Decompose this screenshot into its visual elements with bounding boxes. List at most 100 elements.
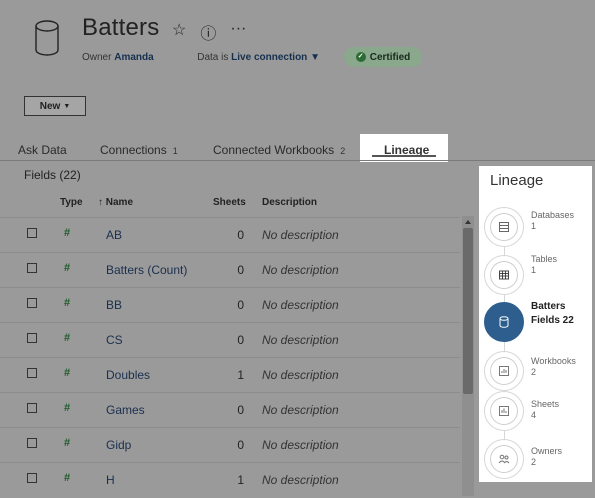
lineage-label: Tables 1 [531, 254, 557, 276]
field-name-link[interactable]: Games [106, 403, 145, 417]
lineage-label: Databases 1 [531, 210, 574, 232]
field-description: No description [262, 298, 339, 312]
number-type-icon: # [64, 297, 71, 309]
star-icon[interactable]: ☆ [172, 20, 186, 44]
info-icon[interactable]: ⓘ [200, 20, 216, 44]
certified-label: Certified [369, 51, 411, 63]
tab-lineage[interactable]: Lineage [360, 134, 448, 162]
lineage-label: Workbooks 2 [531, 356, 576, 378]
row-checkbox[interactable] [27, 368, 37, 378]
number-type-icon: # [64, 402, 71, 414]
number-type-icon: # [64, 437, 71, 449]
field-name-link[interactable]: Gidp [106, 438, 131, 452]
number-type-icon: # [64, 332, 71, 344]
field-name-link[interactable]: H [106, 473, 115, 487]
field-name-link[interactable]: Batters (Count) [106, 263, 187, 277]
field-description: No description [262, 228, 339, 242]
table-row: # Gidp 0 No description [0, 427, 460, 463]
lineage-label-count: 2 [531, 367, 537, 377]
field-name-link[interactable]: CS [106, 333, 123, 347]
owner-link[interactable]: Amanda [114, 52, 153, 63]
new-button[interactable]: New ▼ [24, 96, 86, 116]
scroll-up-arrow-icon[interactable] [465, 220, 471, 224]
sheet-icon [499, 406, 509, 416]
tab-label: Connected Workbooks [213, 143, 335, 157]
active-tab-indicator [372, 155, 436, 157]
lineage-title: Lineage [490, 172, 544, 189]
field-name-link[interactable]: Doubles [106, 368, 150, 382]
datasource-meta: Owner Amanda Data is Live connection ▼ [82, 52, 320, 63]
column-header-type[interactable]: Type [60, 197, 83, 208]
field-name-link[interactable]: AB [106, 228, 122, 242]
row-checkbox[interactable] [27, 473, 37, 483]
number-type-icon: # [64, 227, 71, 239]
column-header-description[interactable]: Description [262, 197, 317, 208]
table-row: # AB 0 No description [0, 217, 460, 253]
check-icon: ✓ [355, 52, 366, 62]
lineage-label-count: 1 [531, 221, 537, 231]
lineage-label-name: Owners [531, 446, 563, 456]
number-type-icon: # [64, 367, 71, 379]
fields-heading: Fields (22) [24, 168, 81, 182]
lineage-label-name: Workbooks [531, 356, 576, 366]
lineage-label: Owners 2 [531, 446, 562, 468]
row-checkbox[interactable] [27, 403, 37, 413]
sheets-count: 0 [237, 333, 244, 347]
connection-dropdown[interactable]: Live connection ▼ [231, 52, 320, 63]
data-is-label: Data is [197, 52, 229, 63]
row-checkbox[interactable] [27, 228, 37, 238]
more-icon[interactable]: ··· [230, 20, 246, 44]
lineage-panel: Lineage Databases 1 Tables 1 Batters Fie… [479, 166, 592, 482]
row-checkbox[interactable] [27, 298, 37, 308]
lineage-node-sheets[interactable] [484, 391, 524, 431]
field-name-link[interactable]: BB [106, 298, 122, 312]
field-description: No description [262, 438, 339, 452]
table-icon [499, 270, 509, 280]
table-header: Type ↑ Name Sheets Description [0, 195, 460, 213]
sheets-count: 0 [237, 403, 244, 417]
lineage-label-name: Databases [531, 210, 575, 220]
sheets-count: 0 [237, 228, 244, 242]
tab-connected-workbooks[interactable]: Connected Workbooks 2 [213, 143, 345, 157]
lineage-node-owners[interactable] [484, 439, 524, 479]
sheets-count: 1 [237, 473, 244, 487]
tab-ask-data[interactable]: Ask Data [18, 143, 67, 157]
column-header-name[interactable]: ↑ Name [98, 197, 133, 208]
table-row: # Batters (Count) 0 No description [0, 252, 460, 288]
lineage-label-name: Batters [531, 301, 566, 312]
sheets-count: 0 [237, 438, 244, 452]
lineage-node-tables[interactable] [484, 255, 524, 295]
field-description: No description [262, 473, 339, 487]
row-checkbox[interactable] [27, 333, 37, 343]
lineage-label-name: Tables [531, 254, 558, 264]
table-row: # Games 0 No description [0, 392, 460, 428]
lineage-label: Batters Fields 22 [531, 300, 574, 328]
row-checkbox[interactable] [27, 438, 37, 448]
lineage-node-databases[interactable] [484, 207, 524, 247]
tab-connections[interactable]: Connections 1 [100, 143, 178, 157]
sheets-count: 0 [237, 298, 244, 312]
table-row: # H 1 No description [0, 462, 460, 498]
page-title: Batters [82, 14, 160, 41]
lineage-label-count: Fields 22 [531, 315, 574, 326]
lineage-label: Sheets 4 [531, 399, 559, 421]
tab-count: 1 [172, 146, 178, 156]
certified-badge: ✓ Certified [344, 47, 422, 67]
new-button-label: New [39, 100, 61, 112]
tab-bar: Ask Data Connections 1 Connected Workbook… [0, 134, 595, 162]
owners-icon [498, 454, 510, 464]
lineage-label-count: 1 [531, 265, 537, 275]
divider [0, 160, 595, 161]
lineage-label-name: Sheets [531, 399, 560, 409]
field-description: No description [262, 403, 339, 417]
field-description: No description [262, 263, 339, 277]
column-header-sheets[interactable]: Sheets [213, 197, 246, 208]
scrollbar-thumb[interactable] [463, 228, 473, 394]
number-type-icon: # [64, 262, 71, 274]
row-checkbox[interactable] [27, 263, 37, 273]
table-row: # CS 0 No description [0, 322, 460, 358]
lineage-node-batters[interactable] [484, 302, 524, 342]
lineage-node-workbooks[interactable] [484, 351, 524, 391]
datasource-icon [35, 20, 59, 56]
lineage-label-count: 4 [531, 410, 537, 420]
